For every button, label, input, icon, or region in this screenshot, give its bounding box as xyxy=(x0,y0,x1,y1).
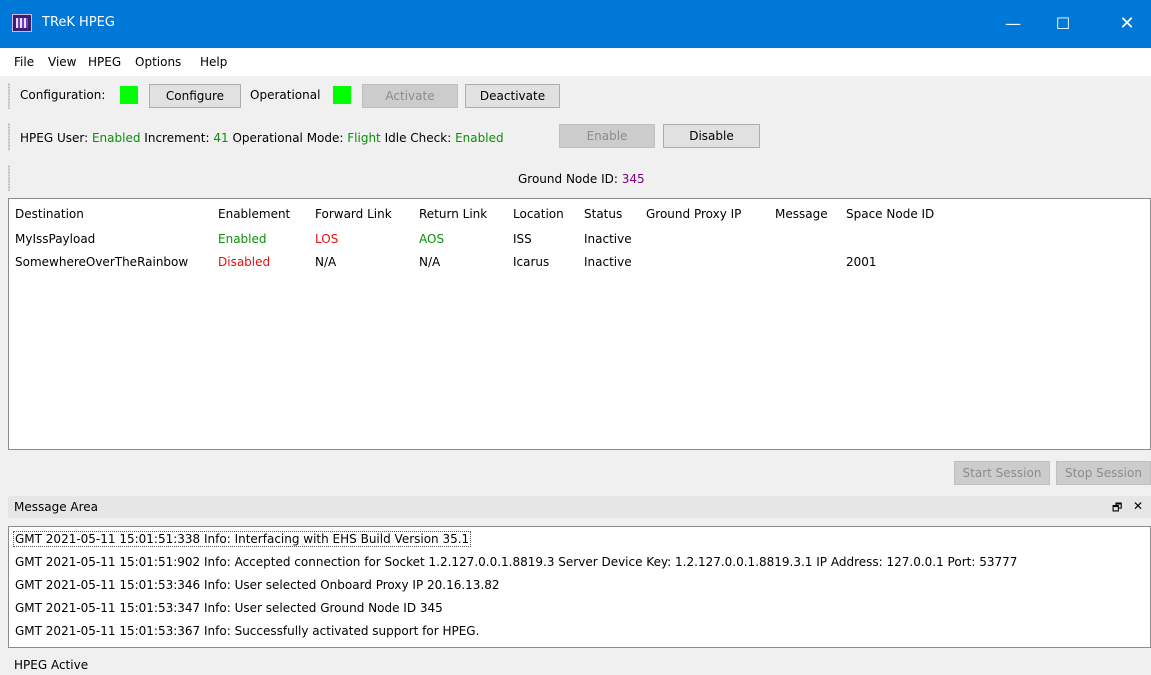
increment-label: Increment: xyxy=(144,131,210,145)
cell-return-link: N/A xyxy=(419,255,441,269)
operational-label: Operational xyxy=(250,88,321,102)
column-header-location[interactable]: Location xyxy=(513,207,564,221)
menu-hpeg[interactable]: HPEG xyxy=(88,55,121,69)
menu-help[interactable]: Help xyxy=(200,55,227,69)
activate-button[interactable]: Activate xyxy=(362,84,458,108)
title-bar: TReK HPEG — ☐ ✕ xyxy=(0,0,1151,48)
message-line[interactable]: GMT 2021-05-11 15:01:53:346 Info: User s… xyxy=(15,578,500,592)
cell-return-link: AOS xyxy=(419,232,445,246)
message-line[interactable]: GMT 2021-05-11 15:01:53:367 Info: Succes… xyxy=(15,624,479,638)
status-bar-text: HPEG Active xyxy=(14,658,89,672)
hpeg-status-line: HPEG User: Enabled Increment: 41 Operati… xyxy=(20,131,504,145)
menu-file[interactable]: File xyxy=(14,55,34,69)
message-area-title: Message Area xyxy=(14,500,99,514)
ground-node-label: Ground Node ID: xyxy=(518,172,618,186)
cell-space-node-id: 2001 xyxy=(846,255,877,269)
toolbar-grip[interactable] xyxy=(8,165,10,191)
start-session-button[interactable]: Start Session xyxy=(954,461,1050,485)
increment-value: 41 xyxy=(213,131,229,145)
minimize-button[interactable]: — xyxy=(990,0,1036,48)
idle-check-value: Enabled xyxy=(455,131,504,145)
cell-status: Inactive xyxy=(584,255,632,269)
operational-indicator xyxy=(333,86,351,104)
column-header-destination[interactable]: Destination xyxy=(15,207,84,221)
ground-node-line: Ground Node ID: 345 xyxy=(518,172,645,186)
toolbar-grip[interactable] xyxy=(8,123,10,151)
close-icon[interactable]: ✕ xyxy=(1133,499,1143,513)
column-header-return-link[interactable]: Return Link xyxy=(419,207,487,221)
column-header-message[interactable]: Message xyxy=(775,207,828,221)
ground-node-toolbar: Ground Node ID: 345 xyxy=(0,160,1151,196)
message-line[interactable]: GMT 2021-05-11 15:01:51:338 Info: Interf… xyxy=(13,531,472,547)
message-list[interactable]: GMT 2021-05-11 15:01:51:338 Info: Interf… xyxy=(8,526,1151,648)
stop-session-button[interactable]: Stop Session xyxy=(1056,461,1151,485)
column-header-status[interactable]: Status xyxy=(584,207,622,221)
cell-forward-link: LOS xyxy=(315,232,339,246)
cell-status: Inactive xyxy=(584,232,632,246)
column-header-space-node-id[interactable]: Space Node ID xyxy=(846,207,934,221)
cell-enablement: Enabled xyxy=(218,232,267,246)
close-button[interactable]: ✕ xyxy=(1104,0,1150,48)
idle-check-label: Idle Check: xyxy=(384,131,452,145)
app-icon xyxy=(12,14,32,32)
cell-destination: SomewhereOverTheRainbow xyxy=(15,255,189,269)
configuration-indicator xyxy=(120,86,138,104)
deactivate-button[interactable]: Deactivate xyxy=(465,84,560,108)
message-line[interactable]: GMT 2021-05-11 15:01:53:347 Info: User s… xyxy=(15,601,443,615)
hpeg-user-value: Enabled xyxy=(91,131,141,145)
maximize-button[interactable]: ☐ xyxy=(1040,0,1086,48)
message-line[interactable]: GMT 2021-05-11 15:01:51:902 Info: Accept… xyxy=(15,555,1017,569)
configuration-label: Configuration: xyxy=(20,88,106,102)
destinations-table[interactable]: Destination Enablement Forward Link Retu… xyxy=(8,198,1151,450)
column-header-forward-link[interactable]: Forward Link xyxy=(315,207,392,221)
configuration-toolbar: Configuration: Configure Operational Act… xyxy=(0,78,1151,114)
hpeg-status-toolbar: HPEG User: Enabled Increment: 41 Operati… xyxy=(0,118,1151,156)
float-icon[interactable]: 🗗 xyxy=(1112,499,1122,518)
column-header-enablement[interactable]: Enablement xyxy=(218,207,290,221)
cell-location: Icarus xyxy=(513,255,550,269)
operational-mode-value: Flight xyxy=(347,131,381,145)
operational-mode-label: Operational Mode: xyxy=(232,131,344,145)
ground-node-value: 345 xyxy=(621,172,645,186)
cell-location: ISS xyxy=(513,232,532,246)
cell-enablement: Disabled xyxy=(218,255,271,269)
cell-destination: MyIssPayload xyxy=(15,232,96,246)
enable-button[interactable]: Enable xyxy=(559,124,655,148)
window-title: TReK HPEG xyxy=(42,15,115,30)
hpeg-user-label: HPEG User: xyxy=(20,131,89,145)
menu-options[interactable]: Options xyxy=(135,55,181,69)
menu-bar: File View HPEG Options Help xyxy=(0,48,1151,76)
column-header-ground-proxy-ip[interactable]: Ground Proxy IP xyxy=(646,207,741,221)
toolbar-grip[interactable] xyxy=(8,83,10,109)
cell-forward-link: N/A xyxy=(315,255,337,269)
configure-button[interactable]: Configure xyxy=(149,84,241,108)
disable-button[interactable]: Disable xyxy=(663,124,760,148)
menu-view[interactable]: View xyxy=(48,55,76,69)
message-area-header: Message Area 🗗 ✕ xyxy=(8,496,1151,518)
